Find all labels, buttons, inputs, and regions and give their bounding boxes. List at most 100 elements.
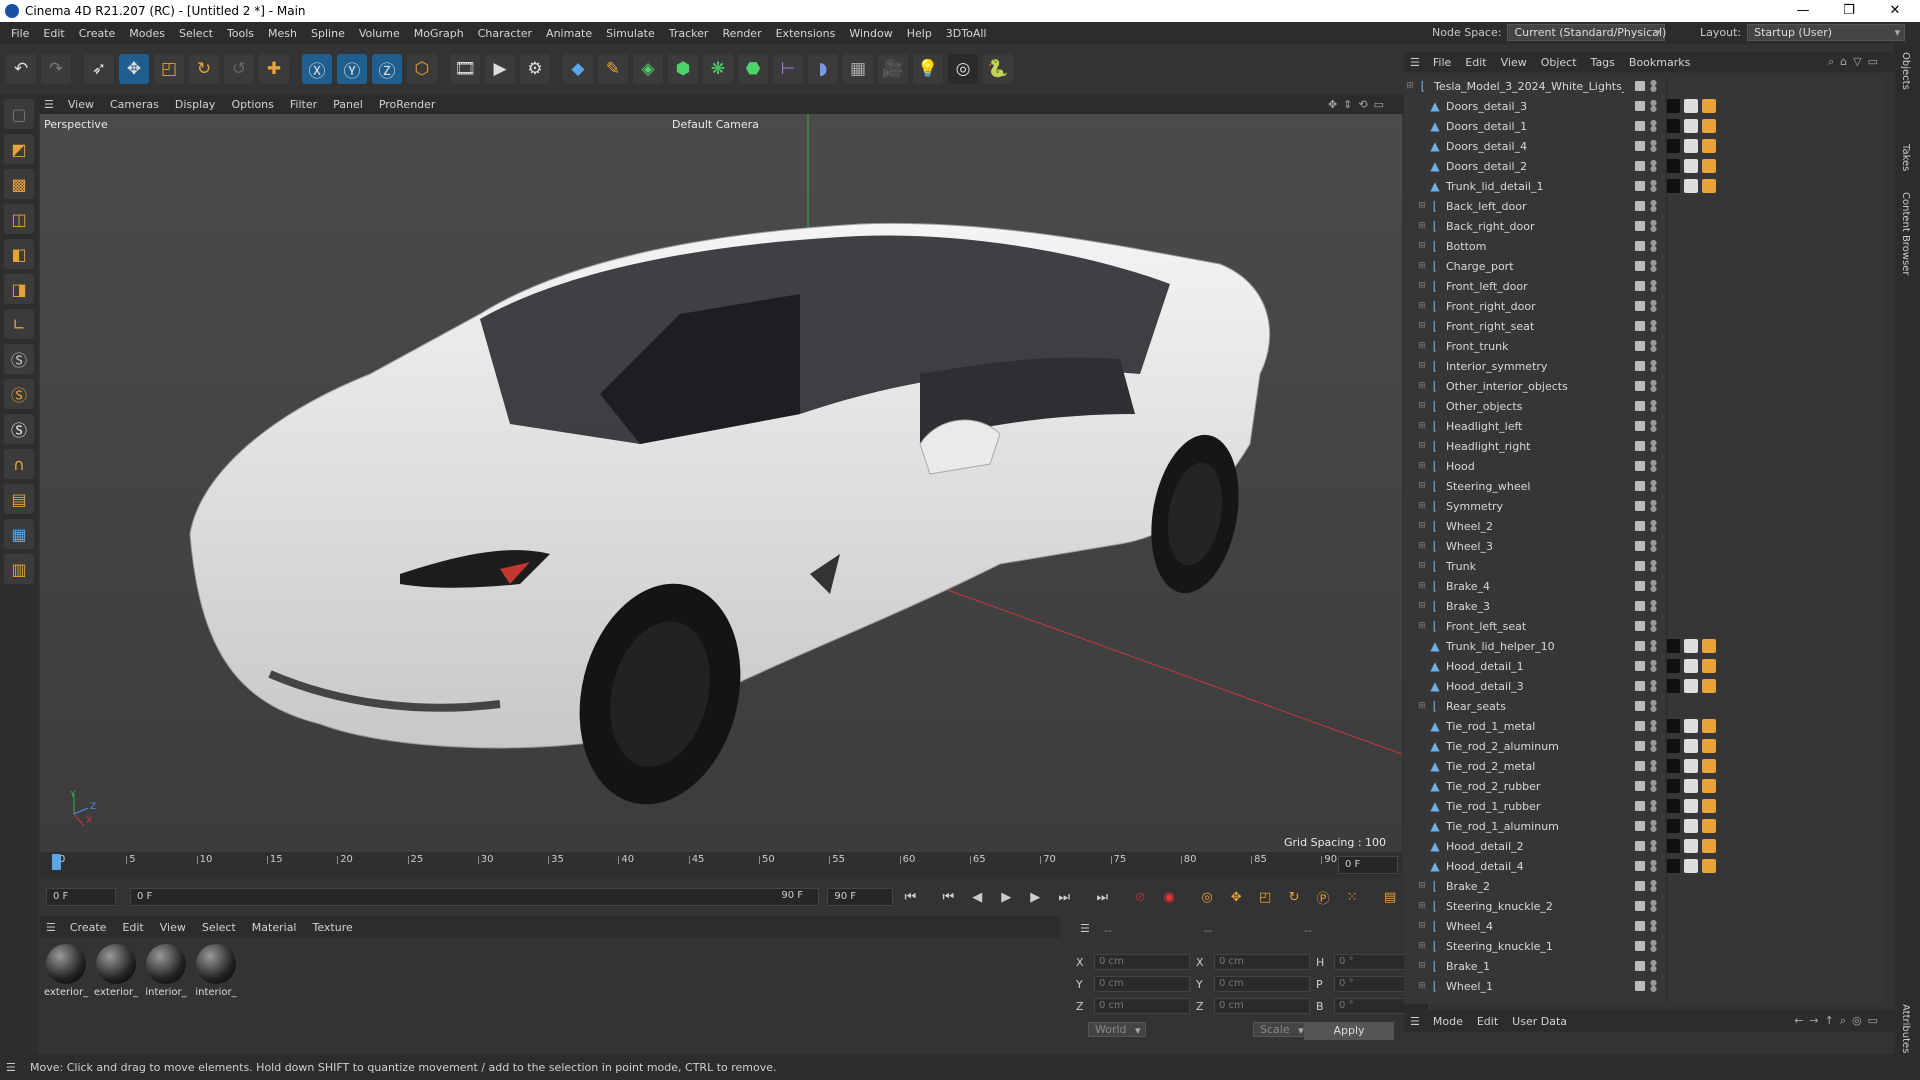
object-name[interactable]: Hood_detail_4 [1446, 860, 1636, 873]
viewport-menu-options[interactable]: Options [223, 98, 281, 111]
render-visibility-icon[interactable]: ● ● [1650, 879, 1657, 893]
phong-tag-icon[interactable] [1702, 779, 1716, 793]
object-name[interactable]: Hood_detail_1 [1446, 660, 1636, 673]
render-visibility-icon[interactable]: ● ● [1650, 739, 1657, 753]
object-row[interactable]: ▲ Trunk_lid_helper_10 ● ● [1404, 636, 1884, 656]
apply-button[interactable]: Apply [1304, 1022, 1394, 1040]
object-name[interactable]: Hood_detail_3 [1446, 680, 1636, 693]
expand-toggle-icon[interactable]: ⊞ [1416, 941, 1428, 951]
phong-tag-icon[interactable] [1702, 719, 1716, 733]
previous-frame-icon[interactable]: ◀ [965, 885, 989, 909]
texture-tag-icon[interactable] [1684, 839, 1698, 853]
render-visibility-icon[interactable]: ● ● [1650, 79, 1657, 93]
workplane-snap-icon[interactable]: Ⓢ [4, 414, 34, 444]
render-visibility-icon[interactable]: ● ● [1650, 819, 1657, 833]
render-visibility-icon[interactable]: ● ● [1650, 439, 1657, 453]
texture-tag-icon[interactable] [1684, 819, 1698, 833]
object-name[interactable]: Doors_detail_1 [1446, 120, 1636, 133]
render-visibility-icon[interactable]: ● ● [1650, 939, 1657, 953]
visibility-toggle-icon[interactable] [1635, 281, 1645, 291]
phong-tag-icon[interactable] [1702, 639, 1716, 653]
render-visibility-icon[interactable]: ● ● [1650, 799, 1657, 813]
menu-mesh[interactable]: Mesh [261, 27, 304, 40]
texture-tag-icon[interactable] [1684, 99, 1698, 113]
render-visibility-icon[interactable]: ● ● [1650, 759, 1657, 773]
phong-tag-icon[interactable] [1702, 139, 1716, 153]
texture-tag-icon[interactable] [1684, 159, 1698, 173]
material-tag-icon[interactable] [1666, 859, 1680, 873]
object-name[interactable]: Front_left_seat [1446, 620, 1636, 633]
visibility-toggle-icon[interactable] [1635, 661, 1645, 671]
expand-toggle-icon[interactable]: ⊞ [1416, 581, 1428, 591]
object-menu-tags[interactable]: Tags [1584, 56, 1622, 69]
pen-spline-icon[interactable]: ✎ [598, 54, 628, 84]
expand-toggle-icon[interactable]: ⊞ [1416, 461, 1428, 471]
render-visibility-icon[interactable]: ● ● [1650, 119, 1657, 133]
object-row[interactable]: ▲ Doors_detail_4 ● ● [1404, 136, 1884, 156]
visibility-toggle-icon[interactable] [1635, 221, 1645, 231]
visibility-toggle-icon[interactable] [1635, 441, 1645, 451]
expand-toggle-icon[interactable]: ⊞ [1416, 961, 1428, 971]
render-visibility-icon[interactable]: ● ● [1650, 139, 1657, 153]
deformer-icon[interactable]: ⊢ [773, 54, 803, 84]
texture-tag-icon[interactable] [1684, 679, 1698, 693]
menu-render[interactable]: Render [715, 27, 768, 40]
render-visibility-icon[interactable]: ● ● [1650, 579, 1657, 593]
object-name[interactable]: Brake_3 [1446, 600, 1636, 613]
render-visibility-icon[interactable]: ● ● [1650, 899, 1657, 913]
material-tag-icon[interactable] [1666, 839, 1680, 853]
close-icon[interactable]: ✕ [1872, 0, 1918, 22]
object-name[interactable]: Tie_rod_2_metal [1446, 760, 1636, 773]
phong-tag-icon[interactable] [1702, 759, 1716, 773]
visibility-toggle-icon[interactable] [1635, 721, 1645, 731]
object-menu-edit[interactable]: Edit [1458, 56, 1493, 69]
object-row[interactable]: ▲ Hood_detail_1 ● ● [1404, 656, 1884, 676]
fracture-icon[interactable]: ⬣ [738, 54, 768, 84]
expand-toggle-icon[interactable]: ⊞ [1416, 701, 1428, 711]
phong-tag-icon[interactable] [1702, 159, 1716, 173]
object-name[interactable]: Hood_detail_2 [1446, 840, 1636, 853]
menu-select[interactable]: Select [172, 27, 220, 40]
material-tag-icon[interactable] [1666, 179, 1680, 193]
render-visibility-icon[interactable]: ● ● [1650, 159, 1657, 173]
size-x-field[interactable]: 0 cm [1214, 954, 1310, 970]
go-to-start-icon[interactable]: ⏮ [898, 885, 922, 909]
object-row[interactable]: ⊞ ⌊ Trunk ● ● [1404, 556, 1884, 576]
object-name[interactable]: Hood [1446, 460, 1636, 473]
expand-toggle-icon[interactable]: ⊞ [1416, 261, 1428, 271]
object-name[interactable]: Wheel_3 [1446, 540, 1636, 553]
render-visibility-icon[interactable]: ● ● [1650, 379, 1657, 393]
phong-tag-icon[interactable] [1702, 739, 1716, 753]
texture-tag-icon[interactable] [1684, 119, 1698, 133]
camera-icon[interactable]: 🎥 [878, 54, 908, 84]
render-visibility-icon[interactable]: ● ● [1650, 839, 1657, 853]
menu-edit[interactable]: Edit [36, 27, 71, 40]
expand-toggle-icon[interactable]: ⊞ [1416, 521, 1428, 531]
material-tag-icon[interactable] [1666, 159, 1680, 173]
texture-tag-icon[interactable] [1684, 139, 1698, 153]
play-icon[interactable]: ▶ [994, 885, 1018, 909]
object-row[interactable]: ⊞ ⌊ Front_trunk ● ● [1404, 336, 1884, 356]
grid-snap-icon[interactable]: ▥ [4, 554, 34, 584]
visibility-toggle-icon[interactable] [1635, 601, 1645, 611]
object-name[interactable]: Trunk_lid_helper_10 [1446, 640, 1636, 653]
tab-attributes[interactable]: Attributes [1900, 1004, 1911, 1053]
material-tag-icon[interactable] [1666, 799, 1680, 813]
render-visibility-icon[interactable]: ● ● [1650, 539, 1657, 553]
menu-help[interactable]: Help [900, 27, 939, 40]
material-menu-material[interactable]: Material [244, 921, 305, 934]
visibility-toggle-icon[interactable] [1635, 821, 1645, 831]
object-row[interactable]: ⊞ ⌊ Brake_4 ● ● [1404, 576, 1884, 596]
object-name[interactable]: Doors_detail_2 [1446, 160, 1636, 173]
object-name[interactable]: Brake_1 [1446, 960, 1636, 973]
render-visibility-icon[interactable]: ● ● [1650, 499, 1657, 513]
material-swatch[interactable]: interior_ [144, 944, 188, 998]
object-name[interactable]: Tie_rod_2_aluminum [1446, 740, 1636, 753]
expand-toggle-icon[interactable]: ⊞ [1416, 541, 1428, 551]
material-tag-icon[interactable] [1666, 779, 1680, 793]
render-visibility-icon[interactable]: ● ● [1650, 219, 1657, 233]
texture-tag-icon[interactable] [1684, 639, 1698, 653]
undo-icon[interactable]: ↶ [6, 54, 36, 84]
visibility-toggle-icon[interactable] [1635, 781, 1645, 791]
object-name[interactable]: Wheel_4 [1446, 920, 1636, 933]
